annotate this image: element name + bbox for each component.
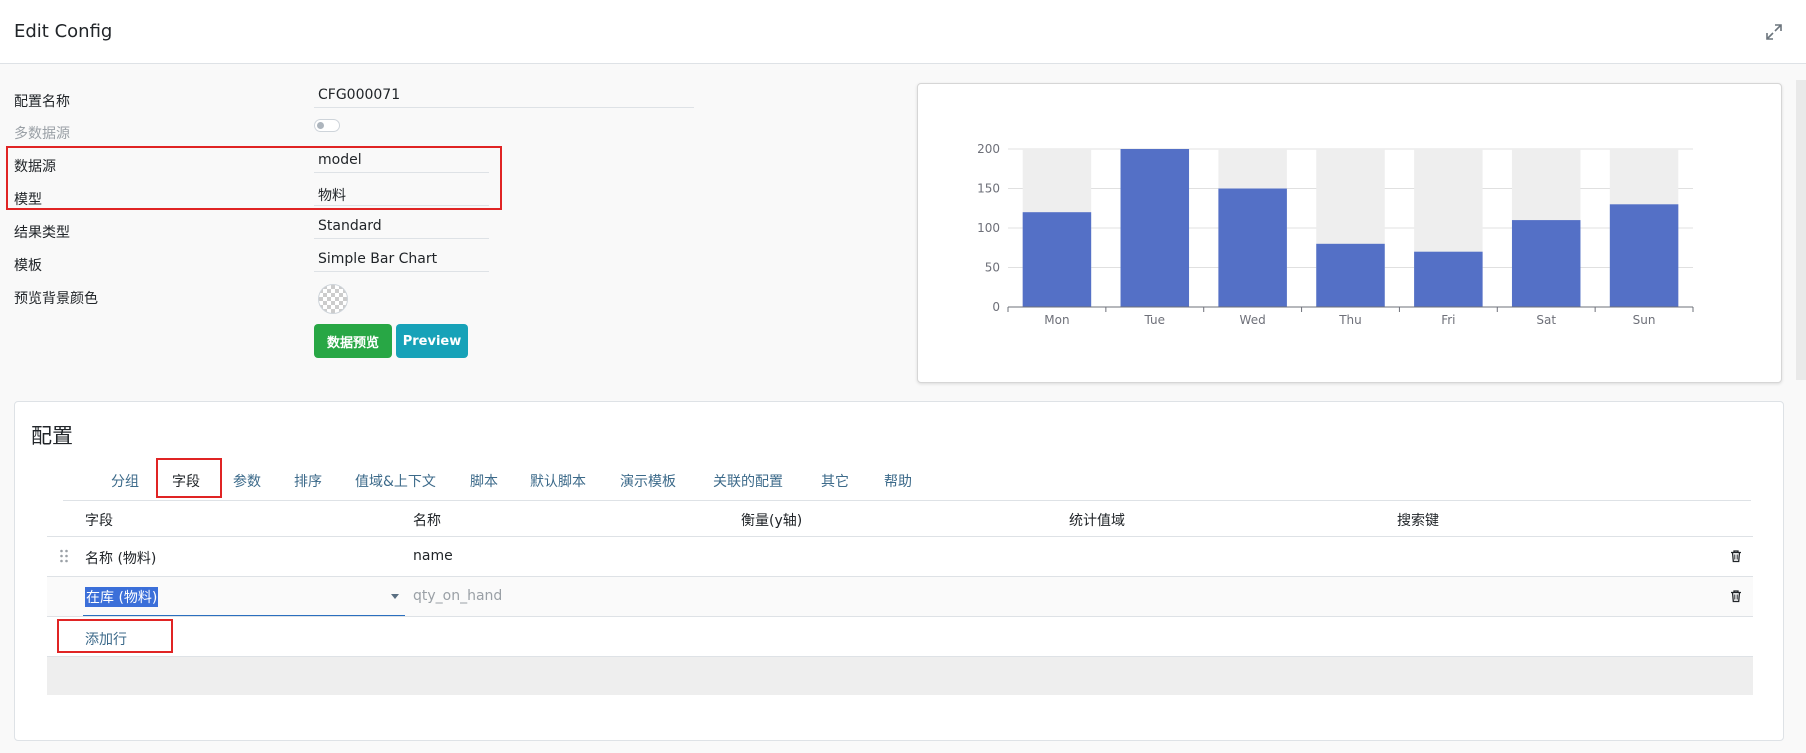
template-underline <box>314 271 489 272</box>
field-label-template: 模板 <box>14 258 42 274</box>
delete-icon[interactable] <box>1729 589 1743 603</box>
result-type-select[interactable]: Standard <box>318 218 382 234</box>
field-label-preview-bg-color: 预览背景颜色 <box>14 291 98 307</box>
field-select-underline <box>83 615 405 616</box>
config-panel: 配置 分组 字段 参数 排序 值域&上下文 脚本 默认脚本 演示模板 关联的配置… <box>14 401 1784 741</box>
data-preview-button[interactable]: 数据预览 <box>314 324 392 358</box>
result-type-underline <box>314 238 489 239</box>
chart-preview-card: 0 50 100 150 200 Mon Tue Wed Thu Fri Sat Sun <box>917 83 1782 383</box>
bg-color-swatch[interactable] <box>318 284 348 314</box>
chevron-down-icon[interactable] <box>391 594 399 599</box>
x-tick-label: Tue <box>1144 313 1166 327</box>
bar <box>1218 188 1287 307</box>
config-name-underline <box>314 107 694 108</box>
x-tick-label: Sat <box>1536 313 1556 327</box>
config-title: 配置 <box>31 424 73 448</box>
column-header-field: 字段 <box>85 513 113 529</box>
tab-domain-context[interactable]: 值域&上下文 <box>355 471 436 491</box>
y-tick-label: 0 <box>992 300 1000 314</box>
delete-icon[interactable] <box>1729 549 1743 563</box>
field-label-result-type: 结果类型 <box>14 225 70 241</box>
dialog-header: Edit Config <box>0 0 1806 64</box>
y-tick-label: 150 <box>977 182 1000 196</box>
scrollbar[interactable] <box>1796 80 1806 380</box>
x-tick-label: Fri <box>1441 313 1455 327</box>
highlight-box-datasource-model <box>6 146 502 210</box>
config-name-input[interactable]: CFG000071 <box>318 87 400 103</box>
table-footer <box>47 656 1753 695</box>
tab-sort[interactable]: 排序 <box>294 471 322 491</box>
bar <box>1120 149 1190 307</box>
column-header-stat-domain: 统计值域 <box>1069 513 1125 529</box>
column-header-measure: 衡量(y轴) <box>741 513 803 529</box>
x-tick-label: Thu <box>1338 313 1362 327</box>
tab-script[interactable]: 脚本 <box>470 471 498 491</box>
x-tick-label: Sun <box>1633 313 1656 327</box>
preview-button[interactable]: Preview <box>396 324 468 358</box>
field-label-config-name: 配置名称 <box>14 94 70 110</box>
config-tabs: 分组 字段 参数 排序 值域&上下文 脚本 默认脚本 演示模板 关联的配置 其它… <box>63 458 1751 501</box>
config-form: 配置名称 CFG000071 多数据源 数据源 model 模型 物料 结果类型… <box>0 64 900 384</box>
tab-group[interactable]: 分组 <box>111 471 139 491</box>
field-select-value[interactable]: 在库 (物料) <box>85 587 159 607</box>
table-row: 在库 (物料) qty_on_hand <box>47 577 1753 617</box>
tab-other[interactable]: 其它 <box>821 471 849 491</box>
x-tick-label: Mon <box>1044 313 1069 327</box>
bar <box>1022 212 1092 307</box>
drag-handle-icon[interactable] <box>59 549 69 563</box>
multi-datasource-toggle[interactable] <box>314 119 340 132</box>
bar-chart: 0 50 100 150 200 Mon Tue Wed Thu Fri Sat Sun <box>977 142 1694 327</box>
y-tick-label: 100 <box>977 221 1000 235</box>
bar <box>1316 243 1385 307</box>
column-header-name: 名称 <box>413 513 441 529</box>
bar <box>1609 204 1679 307</box>
expand-icon[interactable] <box>1764 22 1784 42</box>
y-tick-label: 200 <box>977 142 1000 156</box>
y-tick-label: 50 <box>985 261 1000 275</box>
row-field[interactable]: 名称 (物料) <box>85 548 156 568</box>
field-label-multi-datasource: 多数据源 <box>14 126 70 142</box>
tab-demo-template[interactable]: 演示模板 <box>620 471 676 491</box>
tab-params[interactable]: 参数 <box>233 471 261 491</box>
column-header-search-key: 搜索键 <box>1397 513 1439 529</box>
template-select[interactable]: Simple Bar Chart <box>318 251 437 267</box>
tab-help[interactable]: 帮助 <box>884 471 912 491</box>
x-tick-label: Wed <box>1240 313 1266 327</box>
bar <box>1414 251 1483 307</box>
tab-related-config[interactable]: 关联的配置 <box>713 471 783 491</box>
row-name-input[interactable]: qty_on_hand <box>413 588 502 604</box>
table-row: 名称 (物料) name <box>47 536 1753 577</box>
row-name[interactable]: name <box>413 548 453 564</box>
highlight-box-add-row <box>57 619 173 653</box>
bar <box>1511 220 1581 307</box>
dialog-title: Edit Config <box>14 21 113 42</box>
highlight-box-fields-tab <box>156 458 222 498</box>
tab-default-script[interactable]: 默认脚本 <box>530 471 586 491</box>
